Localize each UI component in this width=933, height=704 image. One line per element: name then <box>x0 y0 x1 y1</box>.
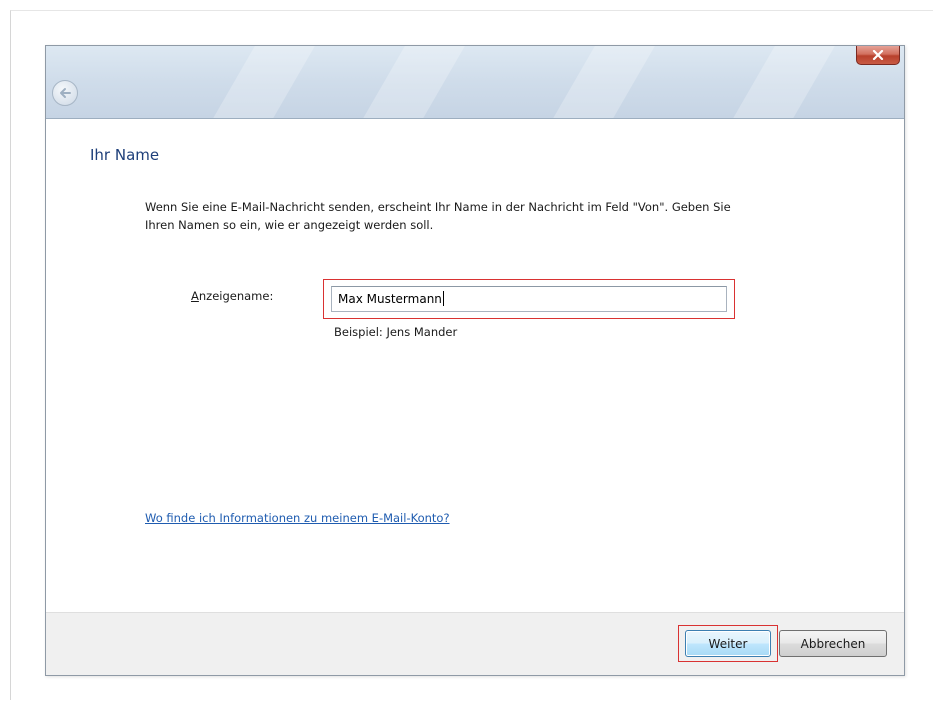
cancel-button[interactable]: Abbrechen <box>779 630 887 657</box>
display-name-label: Anzeigename: <box>191 289 273 303</box>
display-name-label-mnemonic: A <box>191 289 199 303</box>
display-name-example: Beispiel: Jens Mander <box>334 325 458 339</box>
next-button[interactable]: Weiter <box>685 630 771 657</box>
text-caret <box>442 291 444 306</box>
page-description: Wenn Sie eine E-Mail-Nachricht senden, e… <box>145 200 731 232</box>
display-name-input[interactable]: Max Mustermann <box>331 286 727 312</box>
wizard-dialog: Ihr Name Wenn Sie eine E-Mail-Nachricht … <box>45 45 905 676</box>
titlebar-glass-stripe <box>705 46 847 118</box>
back-button[interactable] <box>52 80 78 106</box>
email-account-help-link[interactable]: Wo finde ich Informationen zu meinem E-M… <box>145 511 450 525</box>
titlebar-glass-stripe <box>525 46 667 118</box>
titlebar-glass-stripe <box>335 46 477 118</box>
wizard-footer: Weiter Abbrechen <box>46 612 904 675</box>
page-title: Ihr Name <box>90 146 160 164</box>
wizard-content: Ihr Name Wenn Sie eine E-Mail-Nachricht … <box>46 119 904 614</box>
titlebar <box>46 46 904 119</box>
titlebar-glass-stripe <box>185 46 327 118</box>
back-arrow-icon <box>60 88 71 98</box>
display-name-label-text: nzeigename: <box>198 289 274 303</box>
display-name-value: Max Mustermann <box>338 292 442 306</box>
close-x-icon <box>872 50 884 60</box>
close-button[interactable] <box>856 46 900 65</box>
